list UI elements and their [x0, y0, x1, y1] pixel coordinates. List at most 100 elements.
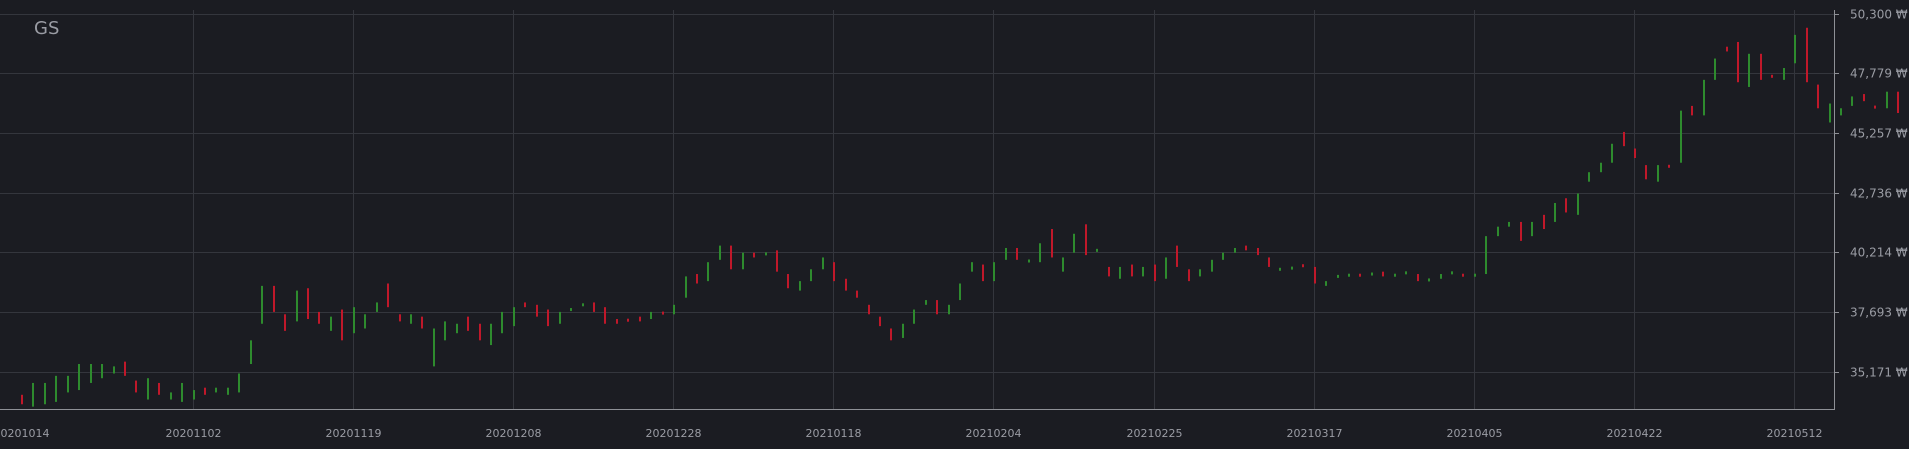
candle: [1005, 247, 1007, 260]
candle: [44, 382, 46, 405]
candle: [467, 316, 469, 331]
candle: [1085, 224, 1087, 256]
candle: [730, 245, 732, 270]
candle: [55, 375, 57, 402]
candle: [1245, 245, 1247, 251]
candle: [1417, 274, 1419, 282]
candle: [1039, 243, 1041, 263]
candle: [719, 245, 721, 260]
candle: [604, 307, 606, 324]
candle: [296, 290, 298, 322]
candle: [1851, 96, 1853, 106]
candle: [650, 311, 652, 320]
candle: [1703, 79, 1705, 116]
candle: [1840, 108, 1842, 116]
candle: [673, 304, 675, 315]
candle: [158, 382, 160, 395]
candle: [971, 262, 973, 272]
candle: [810, 269, 812, 282]
candle: [982, 264, 984, 282]
candle: [67, 375, 69, 393]
candle: [330, 316, 332, 331]
candle: [1508, 221, 1510, 227]
candle: [1302, 264, 1304, 268]
candle: [1886, 91, 1888, 109]
candle: [776, 250, 778, 272]
candle: [307, 288, 309, 320]
candle: [1806, 27, 1808, 83]
candle: [890, 328, 892, 341]
x-tick-label: 20201102: [166, 427, 222, 440]
candle: [1565, 198, 1567, 213]
candle: [364, 314, 366, 329]
candle: [696, 274, 698, 284]
candle: [1154, 264, 1156, 282]
candle: [1222, 252, 1224, 260]
candle: [1051, 229, 1053, 258]
candle: [1234, 247, 1236, 253]
candle: [742, 252, 744, 270]
candle: [948, 304, 950, 315]
candle: [822, 257, 824, 270]
candle: [936, 300, 938, 315]
candle: [1073, 233, 1075, 253]
candle: [181, 382, 183, 402]
candle: [1817, 84, 1819, 109]
candle: [616, 319, 618, 324]
candle: [1199, 269, 1201, 277]
candle: [662, 311, 664, 315]
candle: [1714, 58, 1716, 80]
candle: [376, 302, 378, 312]
y-tick-label: 45,257 ₩: [1850, 127, 1908, 141]
candle: [215, 387, 217, 393]
candle: [1783, 68, 1785, 80]
candle: [1440, 274, 1442, 279]
x-tick-label: 20201014: [0, 427, 50, 440]
candle: [479, 323, 481, 341]
candle: [765, 252, 767, 256]
candle: [250, 340, 252, 365]
candle: [1108, 266, 1110, 277]
candle: [1188, 269, 1190, 282]
candle: [433, 328, 435, 367]
y-tick-label: 40,214 ₩: [1850, 246, 1908, 260]
candle: [1462, 273, 1464, 277]
candle: [639, 316, 641, 322]
candle: [1600, 162, 1602, 173]
candle: [1497, 226, 1499, 237]
candle: [421, 316, 423, 329]
candle: [1657, 165, 1659, 182]
ticker-title: GS: [34, 18, 60, 39]
candle: [387, 283, 389, 308]
candle: [913, 309, 915, 324]
candle: [341, 309, 343, 341]
candle: [78, 364, 80, 391]
candle: [593, 302, 595, 312]
candle: [1577, 193, 1579, 215]
candle: [582, 303, 584, 307]
chart-canvas: 35,171 ₩ 37,693 ₩ 40,214 ₩ 42,736 ₩ 45,257 ₩…: [0, 0, 1909, 445]
candle: [410, 314, 412, 324]
candle: [1394, 273, 1396, 277]
candle: [90, 364, 92, 383]
x-tick-label: 20210204: [966, 427, 1022, 440]
candle: [1096, 248, 1098, 252]
x-tick-label: 20210422: [1607, 427, 1663, 440]
candle: [284, 314, 286, 331]
candle: [444, 321, 446, 341]
candle: [1314, 266, 1316, 284]
candle: [1405, 271, 1407, 275]
candle: [1543, 214, 1545, 230]
chart-background: [0, 0, 1909, 445]
candle: [1520, 221, 1522, 241]
candle: [1325, 281, 1327, 286]
candle: [993, 262, 995, 282]
candle: [1760, 53, 1762, 80]
candle: [1257, 247, 1259, 256]
candlestick-chart: 35,171 ₩ 37,693 ₩ 40,214 ₩ 42,736 ₩ 45,257 ₩…: [0, 0, 1909, 445]
candle: [1211, 259, 1213, 272]
candle: [101, 364, 103, 379]
candle: [1874, 105, 1876, 109]
y-tick-label: 37,693 ₩: [1850, 306, 1908, 320]
x-tick-label: 20210512: [1767, 427, 1823, 440]
